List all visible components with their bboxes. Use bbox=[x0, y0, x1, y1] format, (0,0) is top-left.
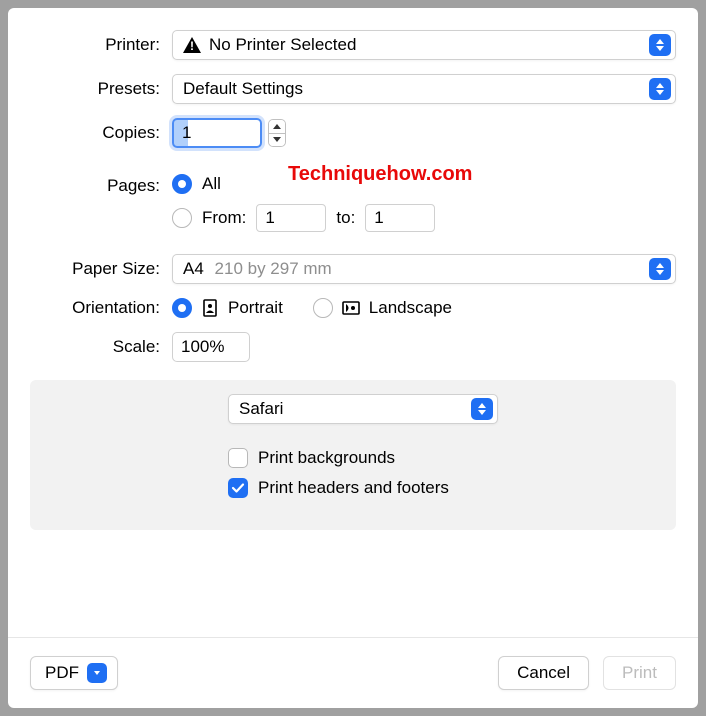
scale-field[interactable] bbox=[172, 332, 250, 362]
pages-label: Pages: bbox=[30, 174, 160, 196]
chevron-down-icon bbox=[87, 663, 107, 683]
warning-icon bbox=[183, 37, 201, 53]
chevron-updown-icon bbox=[649, 78, 671, 100]
portrait-label: Portrait bbox=[228, 298, 283, 318]
pdf-label: PDF bbox=[45, 663, 79, 683]
radio-all[interactable] bbox=[172, 174, 192, 194]
orientation-landscape-option[interactable]: Landscape bbox=[313, 298, 452, 318]
copies-row: Copies: bbox=[30, 118, 676, 148]
chevron-updown-icon bbox=[471, 398, 493, 420]
print-headers-footers-option[interactable]: Print headers and footers bbox=[228, 478, 658, 498]
orientation-label: Orientation: bbox=[30, 298, 160, 318]
radio-portrait[interactable] bbox=[172, 298, 192, 318]
copies-stepper[interactable] bbox=[268, 119, 286, 147]
print-backgrounds-label: Print backgrounds bbox=[258, 448, 395, 468]
paper-size-value: A4 210 by 297 mm bbox=[183, 259, 641, 279]
pages-to-label: to: bbox=[336, 208, 355, 228]
paper-size-row: Paper Size: A4 210 by 297 mm bbox=[30, 254, 676, 284]
paper-size-name: A4 bbox=[183, 259, 204, 278]
dialog-footer: PDF Cancel Print bbox=[8, 637, 698, 708]
printer-label: Printer: bbox=[30, 35, 160, 55]
print-dialog: Printer: No Printer Selected Presets: De… bbox=[8, 8, 698, 708]
print-headers-footers-label: Print headers and footers bbox=[258, 478, 449, 498]
radio-landscape[interactable] bbox=[313, 298, 333, 318]
radio-from[interactable] bbox=[172, 208, 192, 228]
pages-range-option[interactable]: From: to: bbox=[172, 204, 435, 232]
print-label: Print bbox=[622, 663, 657, 683]
copies-field[interactable] bbox=[172, 118, 262, 148]
orientation-row: Orientation: Portrait Landscape bbox=[30, 298, 676, 318]
app-options-select[interactable]: Safari bbox=[228, 394, 498, 424]
pages-to-field[interactable] bbox=[365, 204, 435, 232]
cancel-button[interactable]: Cancel bbox=[498, 656, 589, 690]
pages-all-label: All bbox=[202, 174, 221, 194]
paper-size-select[interactable]: A4 210 by 297 mm bbox=[172, 254, 676, 284]
pdf-menu-button[interactable]: PDF bbox=[30, 656, 118, 690]
presets-row: Presets: Default Settings bbox=[30, 74, 676, 104]
app-options-value: Safari bbox=[239, 399, 463, 419]
paper-size-dims: 210 by 297 mm bbox=[215, 259, 332, 278]
presets-value: Default Settings bbox=[183, 79, 641, 99]
copies-label: Copies: bbox=[30, 123, 160, 143]
print-backgrounds-option[interactable]: Print backgrounds bbox=[228, 448, 658, 468]
chevron-updown-icon bbox=[649, 258, 671, 280]
presets-label: Presets: bbox=[30, 79, 160, 99]
stepper-up[interactable] bbox=[269, 120, 285, 133]
watermark-text: Techniquehow.com bbox=[288, 163, 472, 186]
pages-from-label: From: bbox=[202, 208, 246, 228]
cancel-label: Cancel bbox=[517, 663, 570, 683]
printer-value: No Printer Selected bbox=[209, 35, 641, 55]
printer-row: Printer: No Printer Selected bbox=[30, 30, 676, 60]
print-headers-footers-checkbox[interactable] bbox=[228, 478, 248, 498]
stepper-down[interactable] bbox=[269, 133, 285, 147]
print-backgrounds-checkbox[interactable] bbox=[228, 448, 248, 468]
scale-row: Scale: bbox=[30, 332, 676, 362]
dialog-content: Printer: No Printer Selected Presets: De… bbox=[8, 8, 698, 637]
scale-label: Scale: bbox=[30, 337, 160, 357]
chevron-updown-icon bbox=[649, 34, 671, 56]
landscape-label: Landscape bbox=[369, 298, 452, 318]
app-options-panel: Safari Print backgrounds Print headers a… bbox=[30, 380, 676, 530]
presets-select[interactable]: Default Settings bbox=[172, 74, 676, 104]
portrait-icon bbox=[200, 298, 220, 318]
landscape-icon bbox=[341, 298, 361, 318]
pages-from-field[interactable] bbox=[256, 204, 326, 232]
printer-select[interactable]: No Printer Selected bbox=[172, 30, 676, 60]
orientation-portrait-option[interactable]: Portrait bbox=[172, 298, 283, 318]
print-button[interactable]: Print bbox=[603, 656, 676, 690]
paper-size-label: Paper Size: bbox=[30, 259, 160, 279]
